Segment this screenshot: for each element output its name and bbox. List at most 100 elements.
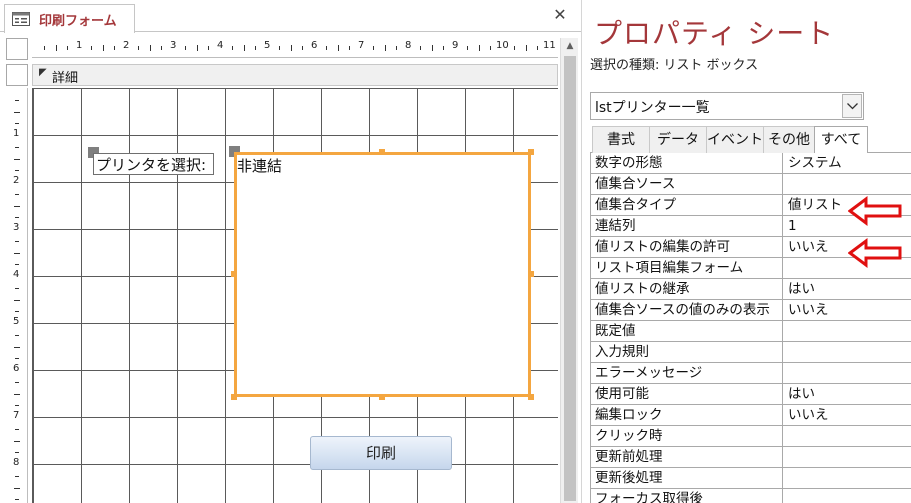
horizontal-ruler: 1 2 3 4 5 6 7 8 9 10 11 [32, 38, 558, 58]
ruler-tick [15, 123, 19, 125]
selection-type-label: 選択の種類: [590, 58, 660, 73]
document-tab[interactable]: 印刷フォーム [4, 4, 135, 33]
property-row[interactable]: 既定値 [591, 321, 911, 342]
scroll-up-icon[interactable]: ▲ [561, 38, 579, 54]
ruler-tick [67, 46, 69, 50]
property-value[interactable] [788, 174, 911, 195]
vertical-scrollbar[interactable]: ▲ [560, 38, 578, 503]
property-name: 編集ロック [591, 405, 783, 426]
ruler-number: 2 [123, 40, 130, 51]
annotation-arrow-icon [848, 196, 902, 226]
ruler-tick [14, 393, 20, 395]
property-tabs: 書式 データ イベント その他 すべて [590, 125, 911, 154]
ruler-number: 11 [543, 40, 556, 51]
selection-type-value: リスト ボックス [663, 58, 759, 73]
ruler-tick [15, 475, 19, 477]
ruler-tick [15, 499, 19, 501]
property-name: 値リストの継承 [591, 279, 783, 300]
property-row[interactable]: 値集合ソース [591, 174, 911, 195]
ruler-tick [466, 46, 468, 50]
ruler-tick [15, 405, 19, 407]
ruler-tick [15, 358, 19, 360]
ruler-tick [14, 299, 20, 301]
property-name: 更新前処理 [591, 447, 783, 468]
ruler-tick [14, 440, 20, 442]
resize-handle[interactable] [379, 149, 385, 155]
ruler-tick [478, 45, 480, 51]
tab-data[interactable]: データ [649, 126, 707, 153]
selection-type: 選択の種類: リスト ボックス [590, 54, 758, 73]
property-name: 更新後処理 [591, 468, 783, 489]
ruler-tick [15, 381, 19, 383]
tab-event[interactable]: イベント [706, 126, 764, 153]
resize-handle[interactable] [528, 149, 534, 155]
property-row[interactable]: 数字の形態 システム [591, 153, 911, 174]
ruler-tick [15, 287, 19, 289]
ruler-tick [137, 46, 139, 50]
ruler-number: 1 [13, 128, 20, 139]
property-value[interactable] [788, 363, 911, 384]
property-value[interactable]: いいえ [788, 405, 911, 426]
property-row[interactable]: 更新後処理 [591, 468, 911, 489]
dropdown-button[interactable] [842, 94, 862, 118]
resize-handle[interactable] [231, 394, 237, 400]
form-design-pane: 印刷フォーム ✕ 1 2 3 4 5 6 7 8 9 10 11 ◤ 詳細 1 2 3 4 5 6 7 8 プリン… [0, 0, 581, 503]
property-name: エラーメッセージ [591, 363, 783, 384]
form-selector[interactable] [6, 38, 28, 60]
ruler-number: 7 [13, 410, 20, 421]
property-value[interactable] [788, 489, 911, 503]
ruler-number: 7 [358, 40, 365, 51]
resize-handle[interactable] [528, 271, 534, 277]
property-value[interactable] [788, 468, 911, 489]
property-value[interactable]: はい [788, 279, 911, 300]
property-value[interactable]: いいえ [788, 300, 911, 321]
print-button[interactable]: 印刷 [310, 436, 452, 470]
ruler-tick [15, 217, 19, 219]
section-selector[interactable] [6, 64, 28, 86]
property-value[interactable] [788, 447, 911, 468]
tab-other[interactable]: その他 [763, 126, 815, 153]
property-value[interactable] [788, 321, 911, 342]
property-value[interactable]: はい [788, 384, 911, 405]
property-row[interactable]: 使用可能 はい [591, 384, 911, 405]
property-value[interactable]: システム [788, 153, 911, 174]
form-icon [12, 12, 30, 26]
ruler-tick [184, 46, 186, 50]
scroll-thumb[interactable] [564, 56, 576, 501]
property-row[interactable]: 値リストの継承 はい [591, 279, 911, 300]
ruler-number: 4 [217, 40, 224, 51]
ruler-tick [90, 46, 92, 50]
property-row[interactable]: 入力規則 [591, 342, 911, 363]
ruler-number: 5 [264, 40, 271, 51]
property-value[interactable] [788, 342, 911, 363]
resize-handle[interactable] [231, 271, 237, 277]
annotation-arrow-icon [848, 238, 902, 268]
resize-handle[interactable] [528, 394, 534, 400]
ruler-tick [196, 45, 198, 51]
property-row[interactable]: 編集ロック いいえ [591, 405, 911, 426]
ruler-tick [325, 46, 327, 50]
printer-label-control[interactable]: プリンタを選択: [93, 153, 214, 175]
property-name: 既定値 [591, 321, 783, 342]
tab-format[interactable]: 書式 [592, 126, 650, 153]
close-icon[interactable]: ✕ [551, 6, 569, 24]
ruler-tick [55, 45, 57, 51]
ruler-tick [114, 46, 116, 50]
property-value[interactable] [788, 426, 911, 447]
property-row[interactable]: 値集合ソースの値のみの表示 いいえ [591, 300, 911, 321]
ruler-number: 6 [311, 40, 318, 51]
property-row[interactable]: エラーメッセージ [591, 363, 911, 384]
ruler-tick [372, 46, 374, 50]
ruler-number: 3 [13, 222, 20, 233]
property-row[interactable]: フォーカス取得後 [591, 489, 911, 503]
ruler-tick [14, 205, 20, 207]
property-row[interactable]: 更新前処理 [591, 447, 911, 468]
detail-section-bar[interactable]: ◤ 詳細 [32, 64, 558, 86]
resize-handle[interactable] [379, 394, 385, 400]
control-selector-combo[interactable]: lstプリンター一覧 [590, 92, 864, 120]
property-row[interactable]: クリック時 [591, 426, 911, 447]
section-arrow-icon: ◤ [39, 67, 47, 78]
printer-listbox-control[interactable]: 非連結 [234, 152, 531, 397]
tab-all[interactable]: すべて [814, 126, 868, 154]
ruler-tick [43, 46, 45, 50]
